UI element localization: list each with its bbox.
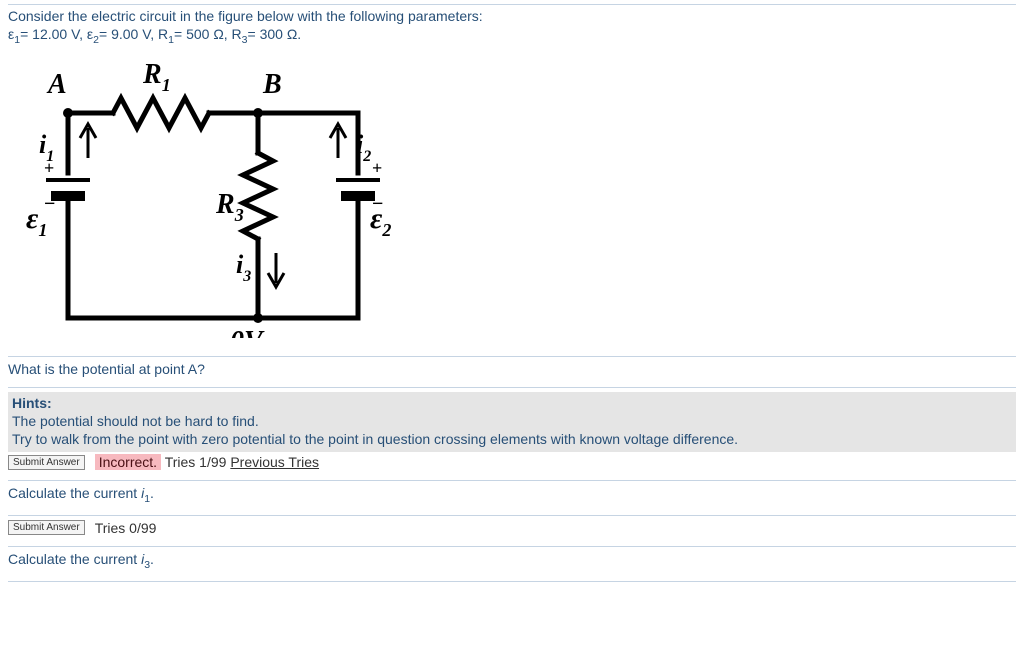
circuit-figure: A B R1 R3 ε1 ε2 i1 i2 i3 0V + − + − <box>18 58 398 338</box>
status-incorrect: Incorrect. <box>95 454 161 470</box>
label-zero: 0V <box>230 326 265 338</box>
hints-line1: The potential should not be hard to find… <box>12 413 259 429</box>
svg-text:+: + <box>44 158 54 178</box>
question-3: Calculate the current i3. <box>8 551 1016 571</box>
submit-button-1[interactable]: Submit Answer <box>8 455 85 470</box>
label-b: B <box>262 69 282 100</box>
question-2: Calculate the current i1. <box>8 485 1016 505</box>
svg-text:+: + <box>372 158 382 178</box>
hints-title: Hints: <box>12 395 52 411</box>
tries-2: Tries 0/99 <box>95 520 157 536</box>
previous-tries-link[interactable]: Previous Tries <box>230 454 319 470</box>
hints-line2: Try to walk from the point with zero pot… <box>12 431 738 447</box>
svg-text:−: − <box>372 193 383 215</box>
hints-box: Hints: The potential should not be hard … <box>8 392 1016 453</box>
submit-button-2[interactable]: Submit Answer <box>8 520 85 535</box>
svg-text:−: − <box>44 193 55 215</box>
label-r1: R1 <box>142 59 171 95</box>
tries-1: Tries 1/99 <box>165 454 231 470</box>
label-a: A <box>46 69 67 100</box>
label-i3: i3 <box>236 250 251 285</box>
label-r3: R3 <box>215 189 244 225</box>
problem-statement: Consider the electric circuit in the fig… <box>8 7 1016 48</box>
question-1: What is the potential at point A? <box>8 361 1016 377</box>
problem-intro: Consider the electric circuit in the fig… <box>8 8 483 24</box>
